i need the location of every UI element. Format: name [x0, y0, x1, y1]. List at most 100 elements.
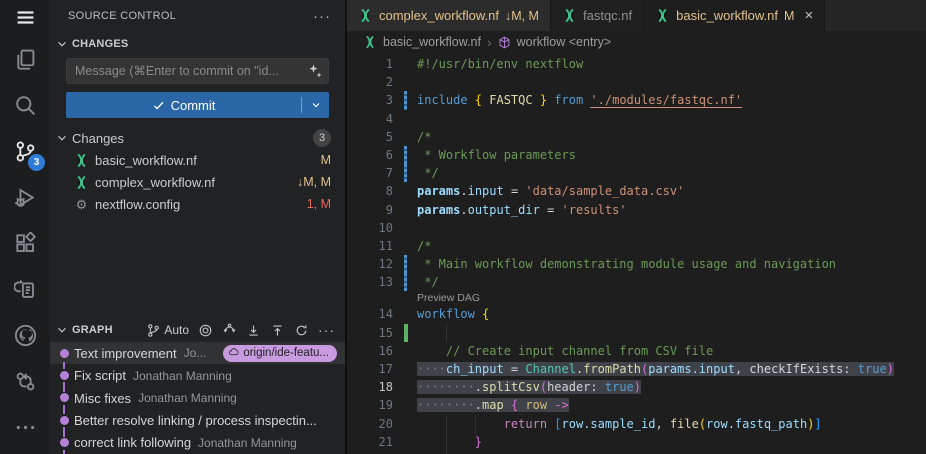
code-line[interactable]: 9params.output_dir = 'results': [347, 201, 926, 219]
code-line[interactable]: 7 */: [347, 164, 926, 182]
fetch-icon[interactable]: [222, 323, 237, 338]
code-line[interactable]: 6 * Workflow parameters: [347, 146, 926, 164]
code-token: * Main workflow demonstrating module usa…: [417, 257, 836, 271]
more-icon[interactable]: ···: [318, 322, 335, 338]
code-line[interactable]: 17····ch_input = Channel.fromPath(params…: [347, 360, 926, 378]
editor-tab[interactable]: complex_workflow.nf↓M, M: [347, 0, 551, 31]
code-token: true: [858, 362, 887, 376]
changes-tree-header[interactable]: Changes 3: [50, 127, 345, 149]
code-line[interactable]: 3include { FASTQC } from './modules/fast…: [347, 91, 926, 109]
tab-git-status: M: [784, 9, 794, 23]
vscode-window: 3 SOURCE CONTROL ··· CHANGES Commit: [0, 0, 926, 454]
line-content: */: [417, 273, 439, 291]
commit-row[interactable]: Fix scriptJonathan Manning: [50, 364, 345, 386]
code-line[interactable]: 15: [347, 324, 926, 342]
editor-tab-bar: complex_workflow.nf↓M, Mfastqc.nfbasic_w…: [347, 0, 926, 31]
auto-label: Auto: [164, 323, 189, 337]
branch-ref-pill[interactable]: origin/ide-featu...: [223, 345, 337, 362]
sparkle-icon[interactable]: [307, 63, 323, 79]
debug-activity-button[interactable]: [0, 176, 50, 222]
references-activity-button[interactable]: [0, 268, 50, 314]
extensions-activity-button[interactable]: [0, 222, 50, 268]
commit-row[interactable]: correct link followingJonathan Manning: [50, 432, 345, 454]
graph-section-header[interactable]: GRAPH Auto···: [50, 318, 345, 342]
more-activity-button[interactable]: [0, 406, 50, 452]
code-token: [: [554, 417, 561, 431]
code-line[interactable]: 12 * Main workflow demonstrating module …: [347, 255, 926, 273]
code-line[interactable]: 21 }: [347, 433, 926, 451]
code-line[interactable]: 8params.input = 'data/sample_data.csv': [347, 182, 926, 200]
code-token: params.input: [648, 362, 735, 376]
line-number: 17: [347, 360, 393, 378]
commit-row[interactable]: Misc fixesJonathan Manning: [50, 387, 345, 409]
code-token: ········: [417, 380, 475, 394]
code-token: params: [417, 184, 460, 198]
code-line[interactable]: 5/*: [347, 128, 926, 146]
line-content: ········.splitCsv(header: true): [417, 378, 641, 396]
target-icon[interactable]: [198, 323, 213, 338]
commit-row[interactable]: Text improvementJo...origin/ide-featu...: [50, 342, 345, 364]
commit-dropdown-button[interactable]: [302, 92, 329, 118]
breadcrumb-file[interactable]: basic_workflow.nf: [383, 35, 481, 49]
added-line-marker: [404, 324, 408, 342]
editor-tab[interactable]: fastqc.nf: [551, 0, 644, 31]
code-line[interactable]: 14workflow {: [347, 305, 926, 323]
extensions-icon: [14, 232, 37, 258]
source-control-activity-button[interactable]: 3: [0, 130, 50, 176]
commit-button-label: Commit: [171, 98, 216, 113]
code-token: from: [554, 93, 590, 107]
code-line[interactable]: 11/*: [347, 237, 926, 255]
close-icon[interactable]: ×: [804, 8, 813, 23]
code-line[interactable]: 20 return [row.sample_id, file(row.fastq…: [347, 415, 926, 433]
tab-git-status: ↓M, M: [505, 9, 539, 23]
changed-file-row[interactable]: basic_workflow.nfM: [50, 149, 345, 171]
editor-tab[interactable]: basic_workflow.nfM×: [644, 0, 825, 31]
changes-section-header[interactable]: CHANGES: [50, 32, 345, 56]
search-activity-button[interactable]: [0, 84, 50, 130]
breadcrumb-symbol[interactable]: workflow <entry>: [517, 35, 611, 49]
push-icon[interactable]: [270, 323, 285, 338]
file-name: basic_workflow.nf: [95, 153, 197, 168]
compare-activity-button[interactable]: [0, 360, 50, 406]
symbol-module-icon: [498, 36, 511, 49]
code-line[interactable]: 2: [347, 73, 926, 91]
code-line[interactable]: 1#!/usr/bin/env nextflow: [347, 55, 926, 73]
refresh-icon[interactable]: [294, 323, 309, 338]
code-token: checkIfExists:: [749, 362, 850, 376]
code-token: [851, 362, 858, 376]
nextflow-icon: [562, 8, 577, 23]
code-token: /*: [417, 239, 431, 253]
commit-graph-dot: [50, 387, 74, 409]
line-number: 16: [347, 342, 393, 360]
nextflow-icon: [655, 8, 670, 23]
changed-file-row[interactable]: complex_workflow.nf↓M, M: [50, 171, 345, 193]
changed-file-row[interactable]: ⚙nextflow.config1, M: [50, 193, 345, 215]
commit-graph-dot: [50, 409, 74, 431]
commit-message-input[interactable]: [66, 58, 329, 84]
commit-button[interactable]: Commit: [66, 92, 329, 118]
code-token: ch_input: [446, 362, 504, 376]
code-line[interactable]: 18········.splitCsv(header: true): [347, 378, 926, 396]
menu-activity-button[interactable]: [0, 0, 50, 38]
github-activity-button[interactable]: [0, 314, 50, 360]
github-icon: [14, 324, 37, 350]
code-line[interactable]: 10: [347, 219, 926, 237]
pull-icon[interactable]: [246, 323, 261, 338]
commit-button-main[interactable]: Commit: [66, 98, 301, 113]
explorer-activity-button[interactable]: [0, 38, 50, 84]
code-line[interactable]: 13 */: [347, 273, 926, 291]
breadcrumb[interactable]: basic_workflow.nf › workflow <entry>: [347, 31, 926, 53]
modified-line-marker: [404, 146, 407, 164]
code-editor[interactable]: 1#!/usr/bin/env nextflow23include { FAST…: [347, 53, 926, 454]
commit-row[interactable]: Better resolve linking / process inspect…: [50, 409, 345, 431]
code-line[interactable]: 4: [347, 110, 926, 128]
code-line[interactable]: 19········.map { row ->: [347, 396, 926, 414]
chevron-down-icon: [55, 37, 69, 51]
line-number: 2: [347, 73, 393, 91]
branch-icon[interactable]: Auto: [146, 323, 189, 338]
codelens-preview-dag[interactable]: Preview DAG: [417, 291, 926, 305]
code-line[interactable]: 16 // Create input channel from CSV file: [347, 342, 926, 360]
code-token: row.fastq_path: [706, 417, 807, 431]
commit-message: Better resolve linking / process inspect…: [74, 413, 317, 428]
more-actions-icon[interactable]: ···: [313, 8, 331, 25]
